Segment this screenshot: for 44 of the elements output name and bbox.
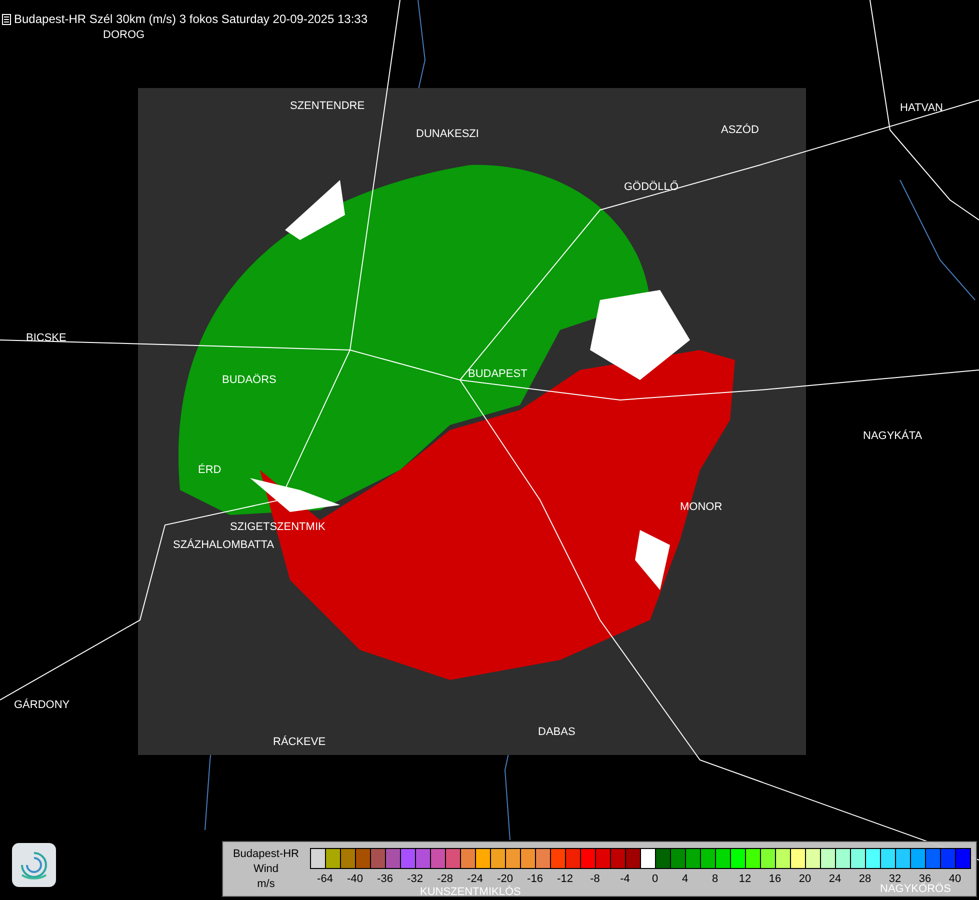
place-label: DOROG [103,29,145,41]
scale-tick-label: -64 [316,873,334,885]
place-label: HATVAN [900,102,943,114]
legend-title: Budapest-HR [232,847,300,862]
scale-tick-label: 0 [650,873,660,885]
scale-tick-label: -8 [589,873,601,885]
scale-tick-label: 24 [828,873,842,885]
scale-tick-label: -36 [376,873,394,885]
place-label: ÉRD [198,464,222,476]
place-label: BICSKE [26,332,66,344]
scale-tick-label: -28 [436,873,454,885]
scale-tick-label: 12 [738,873,752,885]
scale-tick-label: -4 [619,873,631,885]
scale-tick-label: -24 [466,873,484,885]
scale-tick-label: -40 [346,873,364,885]
place-label: SZENTENDRE [290,100,365,112]
place-label: BUDAÖRS [222,374,276,386]
legend-title: Wind [253,862,279,877]
place-label: ASZÓD [721,124,759,136]
place-label: DUNAKESZI [416,128,479,140]
scale-tick-label: 20 [798,873,812,885]
scale-tick-label: -16 [526,873,544,885]
place-label: GÖDÖLLŐ [624,181,678,193]
scale-tick-label: 32 [888,873,902,885]
place-label: KUNSZENTMIKLÓS [420,886,521,898]
scale-tick-label: 8 [710,873,720,885]
swirl-logo-icon [12,843,56,887]
place-label: DABAS [538,726,576,738]
scale-tick-label: -20 [496,873,514,885]
scale-tick-label: -32 [406,873,424,885]
legend-title: m/s [257,877,275,892]
scale-tick-label: 28 [858,873,872,885]
place-label: NAGYKÁTA [863,430,922,442]
scale-tick-label: -12 [556,873,574,885]
place-label: SZÁZHALOMBATTA [173,539,274,551]
place-label: BUDAPEST [468,368,528,380]
place-label: NAGYKŐRÖS [880,883,951,895]
document-icon [2,14,11,25]
scale-tick-label: 4 [680,873,690,885]
place-label: RÁCKEVE [273,736,326,748]
map-title: Budapest-HR Szél 30km (m/s) 3 fokos Saturday 20-09-2025 13:33 [14,12,368,26]
scale-tick-label: 16 [768,873,782,885]
place-label: GÁRDONY [14,699,70,711]
scale-tick-label: 40 [948,873,962,885]
